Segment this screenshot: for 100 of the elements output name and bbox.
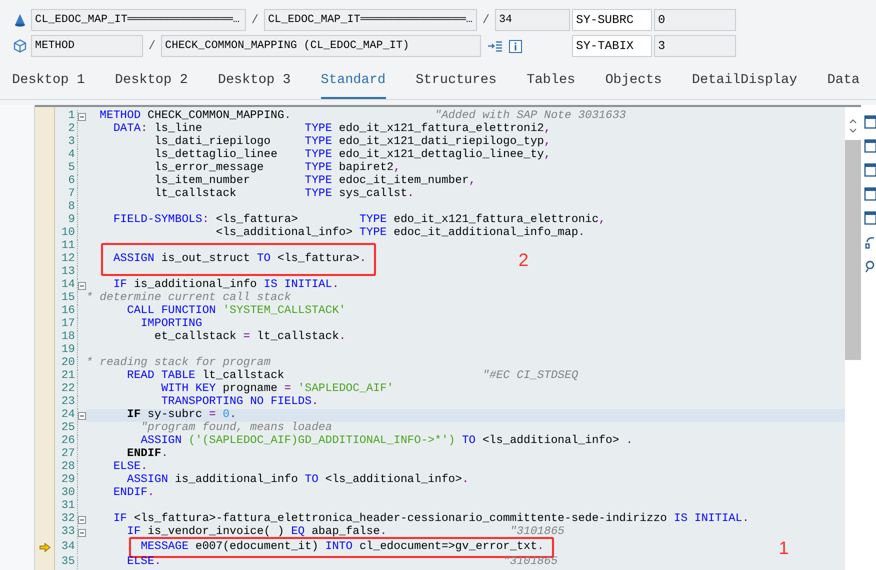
line-number: 4 — [67, 149, 76, 162]
line-number: 25 — [60, 422, 76, 435]
line-number: 3 — [67, 136, 76, 149]
line-number: 7 — [67, 188, 76, 201]
collapse-icon[interactable] — [78, 282, 86, 290]
code-line: ELSE. "3101865 — [127, 556, 558, 568]
tab[interactable]: Desktop 2 — [114, 70, 188, 99]
code-line: ls_error_message TYPE bapiret2, — [154, 162, 400, 174]
code-line: IF is_additional_info IS INITIAL. — [113, 279, 339, 291]
line-number: 14 — [60, 279, 76, 292]
code-line: et_callstack = lt_callstack. — [154, 331, 346, 343]
line-number: 9 — [67, 214, 76, 227]
line-number: 26 — [60, 435, 76, 448]
line-number: 35 — [60, 556, 76, 569]
system-field-value: 3 — [654, 35, 736, 57]
tab[interactable]: Desktop 1 — [12, 70, 85, 99]
code-line: IMPORTING — [140, 318, 202, 330]
tab[interactable]: Tables — [526, 70, 576, 99]
execution-arrow-icon — [39, 543, 51, 552]
scrollbar[interactable] — [845, 105, 861, 570]
line-number: 10 — [60, 227, 76, 240]
code-line: METHOD CHECK_COMMON_MAPPING. "Added with SAP Note 3031633 — [100, 110, 626, 122]
line-number: 22 — [60, 383, 76, 396]
code-line: ls_dettaglio_linee TYPE edo_it_x121_dettaglio_linee_ty, — [154, 149, 551, 161]
display-field: 34 — [494, 9, 570, 31]
system-field-name: SY-SUBRC — [572, 9, 652, 31]
code-line: <ls_additional_info> TYPE edoc_it_additional_info_map. — [216, 227, 586, 239]
line-number: 30 — [60, 487, 76, 500]
line-number: 27 — [60, 448, 76, 461]
line-number: 33 — [60, 526, 76, 539]
system-field-name: SY-TABIX — [572, 35, 652, 57]
cone-icon — [13, 13, 27, 27]
code-line: * reading stack for program — [86, 357, 271, 369]
tab[interactable]: DetailDisplay — [692, 70, 798, 99]
code-line: * determine current call stack — [86, 292, 292, 304]
code-line: "program found, means loadea — [140, 422, 332, 434]
tab[interactable]: Structures — [416, 70, 497, 99]
line-number: 19 — [60, 344, 76, 357]
layout-icon[interactable] — [864, 163, 876, 177]
info-icon[interactable] — [509, 40, 522, 52]
code-line: ENDIF. — [127, 448, 168, 460]
code-line: ASSIGN ('(SAPLEDOC_AIF)GD_ADDITIONAL_INFO->*') TO <ls_additional_info> . — [140, 435, 633, 447]
code-line: ENDIF. — [113, 487, 154, 499]
line-number: 13 — [60, 266, 76, 279]
collapse-icon[interactable] — [78, 412, 86, 420]
display-field: CL_EDOC_MAP_IT════════════════… — [264, 9, 478, 31]
code-editor[interactable] — [35, 105, 845, 570]
code-line: ASSIGN is_additional_info TO <ls_additional_info>. — [127, 474, 469, 486]
path-separator: / — [481, 12, 491, 29]
undo-icon[interactable] — [864, 235, 876, 249]
tab[interactable]: Objects — [605, 70, 662, 99]
annotation-number: 2 — [518, 251, 528, 269]
collapse-icon[interactable] — [78, 112, 86, 120]
tab[interactable]: Standard — [320, 70, 386, 99]
collapse-icon[interactable] — [78, 516, 86, 524]
collapse-icon[interactable] — [78, 528, 86, 536]
window-icon[interactable] — [864, 139, 876, 153]
line-number: 18 — [60, 331, 76, 344]
code-line: CALL FUNCTION 'SYSTEM_CALLSTACK' — [127, 305, 346, 317]
window-icon[interactable] — [864, 187, 876, 201]
code-line: READ TABLE lt_callstack "#EC CI_STDSEQ — [127, 370, 578, 382]
scroll-down-icon[interactable] — [849, 128, 857, 134]
code-line: lt_callstack TYPE sys_callst. — [154, 188, 414, 200]
code-line: ELSE. — [113, 461, 148, 473]
line-number: 17 — [60, 318, 76, 331]
line-number: 2 — [67, 123, 76, 136]
annotation-number: 1 — [778, 539, 789, 557]
tab[interactable]: Desktop 3 — [218, 70, 291, 99]
line-number: 6 — [67, 175, 76, 188]
code-line: ls_dati_riepilogo TYPE edo_it_x121_dati_riepilogo_typ, — [154, 136, 551, 148]
scrollbar-thumb[interactable] — [845, 140, 861, 360]
line-number: 20 — [60, 357, 76, 370]
code-line: IF <ls_fattura>-fattura_elettronica_header-cessionario_committente-sede-indirizzo IS INITIAL. — [113, 513, 750, 525]
line-number: 29 — [60, 474, 76, 487]
code-line: DATA: ls_line TYPE edo_it_x121_fattura_elettroni2, — [113, 123, 551, 135]
code-line: ASSIGN is_out_struct TO <ls_fattura>. — [113, 253, 366, 266]
search-icon[interactable] — [864, 259, 876, 273]
path-separator: / — [147, 38, 157, 55]
line-number: 5 — [67, 162, 76, 175]
line-number: 31 — [60, 500, 76, 513]
code-line: WITH KEY progname = 'SAPLEDOC_AIF' — [161, 383, 394, 395]
display-field: CHECK_COMMON_MAPPING (CL_EDOC_MAP_IT) — [161, 35, 481, 57]
display-field: METHOD — [31, 35, 143, 57]
tab[interactable]: Data — [827, 70, 860, 99]
jump-to-line-icon[interactable] — [487, 40, 503, 52]
line-number: 11 — [60, 240, 76, 253]
line-number: 24 — [60, 409, 76, 422]
line-number: 15 — [60, 292, 76, 305]
window-icon[interactable] — [864, 211, 876, 225]
display-field: CL_EDOC_MAP_IT════════════════… — [31, 9, 246, 31]
line-number: 28 — [60, 461, 76, 474]
code-line: IF is_vendor_invoice( ) EQ abap_false. "3101865 — [127, 526, 565, 538]
scroll-up-icon[interactable] — [849, 118, 857, 124]
cube-icon — [13, 39, 27, 53]
code-line: IF sy-subrc = 0. — [127, 409, 236, 421]
path-separator: / — [250, 12, 260, 29]
code-line: FIELD-SYMBOLS: <ls_fattura> TYPE edo_it_x121_fattura_elettronic, — [113, 214, 606, 226]
system-field-value: 0 — [654, 9, 736, 31]
window-icon[interactable] — [864, 115, 876, 129]
code-line: ls_item_number TYPE edoc_it_item_number, — [154, 175, 476, 187]
